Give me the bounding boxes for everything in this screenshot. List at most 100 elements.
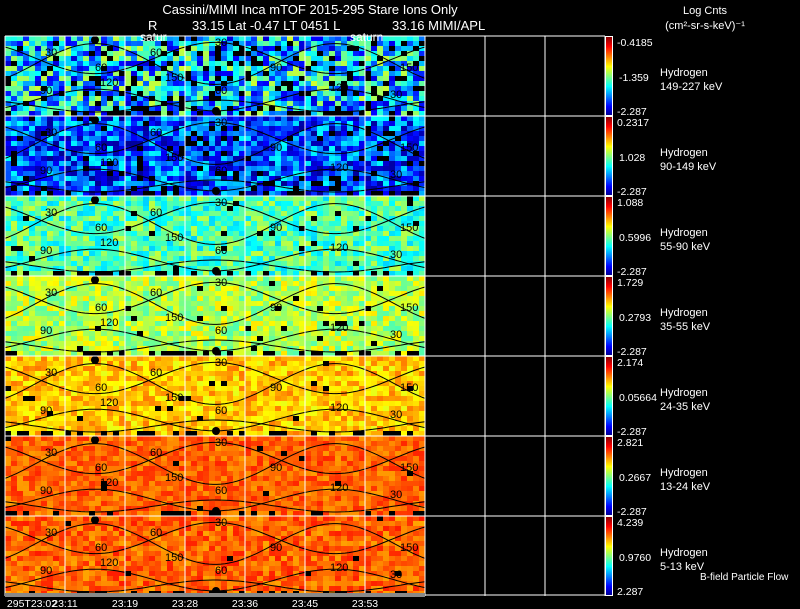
- heatmap-cell: [263, 81, 269, 86]
- heatmap-cell: [245, 251, 251, 256]
- heatmap-cell: [257, 86, 263, 91]
- heatmap-cell: [389, 101, 395, 106]
- heatmap-cell: [197, 216, 203, 221]
- heatmap-cell: [41, 271, 47, 276]
- heatmap-cell: [83, 131, 89, 136]
- heatmap-cell: [419, 171, 425, 176]
- heatmap-cell: [341, 156, 347, 161]
- heatmap-cell: [11, 186, 17, 191]
- heatmap-cell: [107, 141, 113, 146]
- heatmap-cell: [173, 51, 179, 56]
- heatmap-cell: [149, 261, 155, 266]
- heatmap-cell: [287, 316, 293, 321]
- heatmap-cell: [269, 211, 275, 216]
- heatmap-cell: [185, 96, 191, 101]
- colorbar-step: [606, 319, 612, 320]
- heatmap-cell: [323, 46, 329, 51]
- heatmap-cell: [413, 281, 419, 286]
- heatmap-cell: [89, 131, 95, 136]
- heatmap-cell: [257, 111, 263, 116]
- heatmap-cell: [119, 311, 125, 316]
- colorbar-step: [606, 57, 612, 58]
- heatmap-cell: [89, 56, 95, 61]
- colorbar-step: [606, 307, 612, 308]
- heatmap-cell: [311, 66, 317, 71]
- heatmap-cell: [419, 36, 425, 41]
- heatmap-cell: [215, 141, 221, 146]
- heatmap-cell: [323, 86, 329, 91]
- heatmap-cell: [125, 86, 131, 91]
- heatmap-cell: [203, 326, 209, 331]
- heatmap-cell: [209, 146, 215, 151]
- heatmap-cell: [107, 146, 113, 151]
- heatmap-cell: [233, 246, 239, 251]
- heatmap-cell: [317, 101, 323, 106]
- colorbar-step: [606, 89, 612, 90]
- heatmap-cell: [137, 351, 143, 356]
- heatmap-cell: [371, 151, 377, 156]
- heatmap-cell: [113, 331, 119, 336]
- heatmap-cell: [149, 166, 155, 171]
- heatmap-cell: [293, 286, 299, 291]
- heatmap-cell: [383, 171, 389, 176]
- heatmap-cell: [209, 261, 215, 266]
- heatmap-cell: [377, 191, 383, 196]
- heatmap-cell: [47, 191, 53, 196]
- heatmap-cell: [287, 121, 293, 126]
- heatmap-cell: [383, 291, 389, 296]
- heatmap-cell: [353, 251, 359, 256]
- colorbar-step: [606, 189, 612, 190]
- heatmap-cell: [89, 46, 95, 51]
- heatmap-cell: [17, 176, 23, 181]
- colorbar-step: [606, 255, 612, 256]
- colorbar-step: [606, 240, 612, 241]
- colorbar-step: [606, 160, 612, 161]
- heatmap-cell: [359, 141, 365, 146]
- heatmap-cell: [191, 176, 197, 181]
- heatmap-cell: [83, 346, 89, 351]
- heatmap-cell: [221, 156, 227, 161]
- heatmap-cell: [251, 176, 257, 181]
- heatmap-cell: [11, 276, 17, 281]
- heatmap-cell: [233, 286, 239, 291]
- heatmap-cell: [167, 246, 173, 251]
- heatmap-cell: [257, 266, 263, 271]
- heatmap-cell: [359, 161, 365, 166]
- heatmap-cell: [347, 226, 353, 231]
- heatmap-cell: [35, 291, 41, 296]
- heatmap-cell: [209, 136, 215, 141]
- heatmap-cell: [305, 181, 311, 186]
- heatmap-cell: [413, 346, 419, 351]
- heatmap-cell: [383, 51, 389, 56]
- heatmap-cell: [29, 236, 35, 241]
- colorbar-step: [606, 219, 612, 220]
- heatmap-cell: [11, 306, 17, 311]
- heatmap-cell: [53, 161, 59, 166]
- colorbar-step: [606, 37, 612, 38]
- heatmap-cell: [5, 226, 11, 231]
- heatmap-cell: [185, 256, 191, 261]
- heatmap-cell: [299, 61, 305, 66]
- heatmap-cell: [143, 286, 149, 291]
- colorbar-step: [606, 193, 612, 194]
- contour-label: 90: [40, 245, 52, 257]
- heatmap-cell: [179, 331, 185, 336]
- heatmap-cell: [149, 306, 155, 311]
- heatmap-cell: [287, 86, 293, 91]
- heatmap-cell: [377, 201, 383, 206]
- heatmap-cell: [77, 306, 83, 311]
- heatmap-cell: [383, 206, 389, 211]
- heatmap-cell: [359, 231, 365, 236]
- heatmap-cell: [65, 221, 71, 226]
- heatmap-cell: [77, 251, 83, 256]
- heatmap-cell: [263, 86, 269, 91]
- heatmap-cell: [203, 36, 209, 41]
- heatmap-cell: [407, 81, 413, 86]
- heatmap-cell: [329, 36, 335, 41]
- colorbar-step: [606, 296, 612, 297]
- heatmap-cell: [23, 296, 29, 301]
- heatmap-cell: [149, 161, 155, 166]
- heatmap-cell: [281, 246, 287, 251]
- heatmap-cell: [311, 51, 317, 56]
- heatmap-cell: [251, 236, 257, 241]
